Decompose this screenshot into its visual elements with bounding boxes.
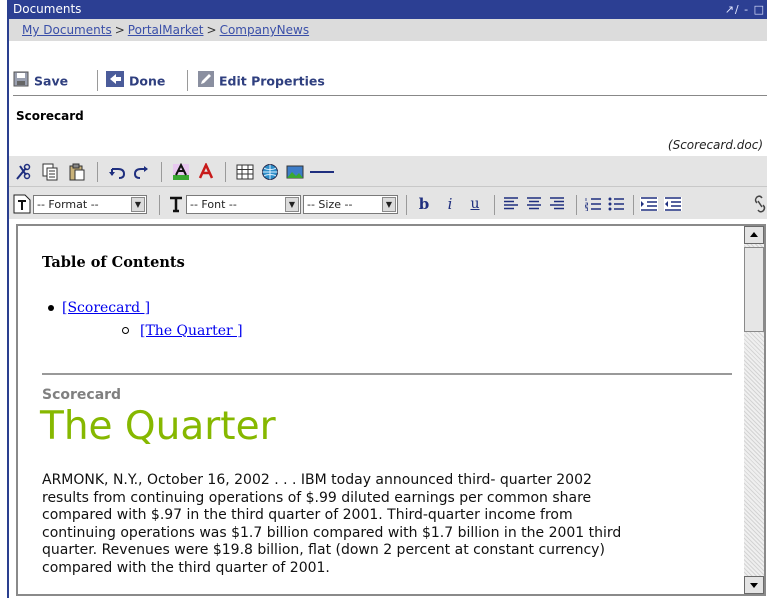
- edit-pencil-icon: [198, 71, 214, 93]
- breadcrumb-separator: >: [206, 23, 217, 37]
- divider: [161, 162, 162, 182]
- redo-icon[interactable]: [132, 162, 152, 182]
- toc-link-the-quarter[interactable]: [The Quarter ]: [140, 323, 243, 339]
- horizontal-rule-icon[interactable]: [309, 162, 335, 182]
- toc-heading: Table of Contents: [42, 254, 185, 271]
- breadcrumb: My Documents > PortalMarket > CompanyNews: [9, 19, 767, 41]
- table-icon[interactable]: [235, 162, 255, 182]
- editor-content[interactable]: Table of Contents [Scorecard ] [The Quar…: [18, 226, 744, 594]
- horizontal-rule: [42, 373, 732, 375]
- body-line: ARMONK, N.Y., October 16, 2002 . . . IBM…: [42, 472, 592, 488]
- link-icon[interactable]: [753, 194, 767, 214]
- toc-link-scorecard[interactable]: [Scorecard ]: [62, 300, 150, 316]
- done-label: Done: [129, 73, 166, 89]
- edit-properties-label: Edit Properties: [219, 73, 325, 89]
- toc-item-the-quarter: [The Quarter ]: [122, 323, 243, 339]
- divider: [187, 70, 188, 91]
- save-button[interactable]: Save: [13, 71, 68, 91]
- paste-icon[interactable]: [67, 162, 87, 182]
- body-line: quarter. Revenues were $19.8 billion, fl…: [42, 542, 605, 558]
- divider: [97, 162, 98, 182]
- body-line: continuing operations was $1.7 billion c…: [42, 524, 622, 541]
- bold-button[interactable]: b: [415, 194, 433, 214]
- align-center-icon[interactable]: [524, 194, 544, 214]
- body-text: ARMONK, N.Y., October 16, 2002 . . . IBM…: [42, 472, 732, 577]
- toc-item-scorecard: [Scorecard ]: [48, 300, 150, 316]
- breadcrumb-my-documents[interactable]: My Documents: [22, 23, 112, 37]
- chevron-down-icon: ▼: [285, 197, 299, 212]
- editor-toolbar-row-2: -- Format -- ▼ -- Font -- ▼ -- Size -- ▼…: [9, 190, 767, 219]
- divider: [97, 70, 98, 91]
- indent-icon[interactable]: [639, 194, 659, 214]
- headline: The Quarter: [40, 404, 276, 449]
- breadcrumb-companynews[interactable]: CompanyNews: [220, 23, 310, 37]
- undo-icon[interactable]: [107, 162, 127, 182]
- breadcrumb-separator: >: [114, 23, 125, 37]
- document-title: Scorecard: [16, 109, 84, 123]
- divider: [406, 195, 407, 215]
- back-arrow-icon: [106, 71, 124, 93]
- action-bar: Save Done Edit Properties: [13, 66, 767, 96]
- document-filename: (Scorecard.doc): [667, 138, 763, 152]
- body-line: compared with $.97 in the third quarter …: [42, 507, 573, 523]
- font-select-value: -- Font --: [190, 198, 237, 211]
- save-icon: [13, 71, 29, 93]
- cut-icon[interactable]: [13, 162, 33, 182]
- size-select[interactable]: -- Size -- ▼: [303, 195, 398, 214]
- save-label: Save: [34, 73, 69, 89]
- editor-toolbar-row-1: [9, 156, 767, 186]
- copy-icon[interactable]: [40, 162, 60, 182]
- italic-button[interactable]: i: [441, 194, 459, 214]
- window-title: Documents: [13, 2, 82, 16]
- divider: [633, 195, 634, 215]
- window-controls[interactable]: ↗∕ - □: [725, 0, 765, 19]
- divider: [225, 162, 226, 182]
- rich-text-editor[interactable]: Table of Contents [Scorecard ] [The Quar…: [16, 224, 766, 596]
- breadcrumb-portalmarket[interactable]: PortalMarket: [128, 23, 204, 37]
- font-icon[interactable]: [167, 194, 185, 214]
- paragraph-style-icon[interactable]: [12, 194, 32, 214]
- body-line: results from continuing operations of $.…: [42, 489, 592, 506]
- scroll-up-button[interactable]: [744, 226, 764, 244]
- numbered-list-icon[interactable]: [583, 194, 603, 214]
- format-select-value: -- Format --: [37, 198, 99, 211]
- vertical-scrollbar[interactable]: [744, 226, 764, 594]
- font-select[interactable]: -- Font -- ▼: [186, 195, 301, 214]
- body-line: compared with the third quarter of 2001.: [42, 559, 330, 576]
- align-left-icon[interactable]: [501, 194, 521, 214]
- image-icon[interactable]: [285, 162, 305, 182]
- divider: [576, 195, 577, 215]
- circle-bullet-icon: [122, 327, 129, 334]
- underline-button[interactable]: u: [466, 194, 484, 214]
- chevron-down-icon: ▼: [131, 197, 145, 212]
- scrollbar-thumb[interactable]: [744, 247, 764, 332]
- window-titlebar: Documents ↗∕ - □: [9, 0, 767, 19]
- size-select-value: -- Size --: [307, 198, 353, 211]
- section-label: Scorecard: [42, 387, 122, 403]
- align-right-icon[interactable]: [547, 194, 567, 214]
- edit-properties-button[interactable]: Edit Properties: [198, 71, 325, 91]
- divider: [159, 195, 160, 215]
- bullet-icon: [48, 305, 54, 311]
- font-color-icon[interactable]: [196, 162, 216, 182]
- done-button[interactable]: Done: [106, 71, 165, 91]
- chevron-down-icon: ▼: [382, 197, 396, 212]
- web-link-icon[interactable]: [260, 162, 280, 182]
- format-select[interactable]: -- Format -- ▼: [33, 195, 147, 214]
- divider: [494, 195, 495, 215]
- bullet-list-icon[interactable]: [606, 194, 626, 214]
- outdent-icon[interactable]: [663, 194, 683, 214]
- highlight-color-icon[interactable]: [171, 162, 191, 182]
- scroll-down-button[interactable]: [744, 576, 764, 594]
